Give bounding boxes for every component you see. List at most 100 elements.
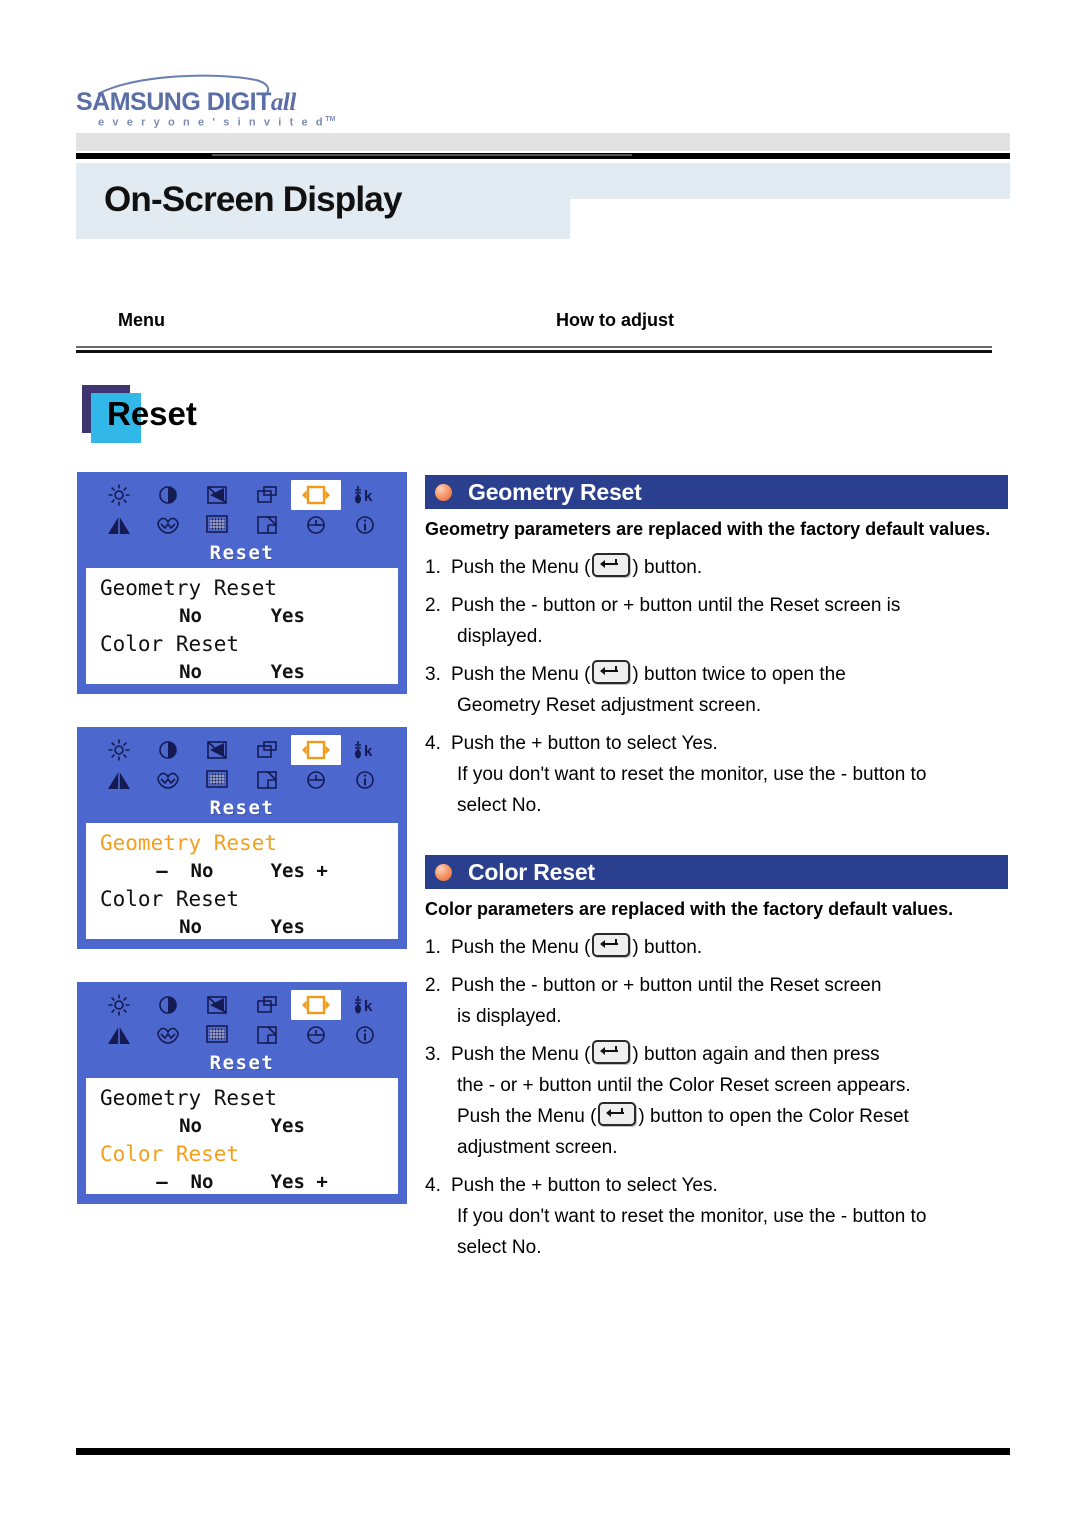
step-number: 2. [425,975,441,996]
osd-row-label[interactable]: Geometry Reset [100,1084,384,1112]
osd-row-label[interactable]: Geometry Reset [100,829,384,857]
section-title: Geometry Reset [468,478,642,505]
samsung-logo: SAMSUNG DIGITall e v e r y o n e ' s i n… [76,72,336,129]
vertical-size-icon[interactable] [242,765,291,795]
moire-icon[interactable] [193,510,242,540]
horizontal-position-icon[interactable] [193,735,242,765]
osd-row-options[interactable]: No Yes [100,913,384,941]
osd-row-options[interactable]: – No Yes + [100,1168,384,1196]
step-number: 1. [425,557,441,578]
pincushion-icon[interactable] [94,765,143,795]
reset-icon[interactable] [291,735,341,765]
step-text-part: If you don't want to reset the monitor, … [457,764,927,785]
menu-button-icon [598,1102,637,1126]
step-text: Push the + button to select Yes. If you d… [451,1170,1008,1263]
section-geometry-reset: Geometry Reset Geometry parameters are r… [425,475,1008,828]
osd-menu-title: Reset [209,797,275,819]
step-item: 1. Push the Menu () button. [425,932,1008,963]
column-header-divider [76,346,992,353]
osd-row-options[interactable]: No Yes [100,1112,384,1140]
menu-button-icon [592,1040,631,1064]
information-icon[interactable] [341,765,390,795]
contrast-icon[interactable] [143,990,192,1020]
moire-icon[interactable] [193,1020,242,1050]
vertical-size-icon[interactable] [242,510,291,540]
color-temperature-icon[interactable]: k [341,735,390,765]
horizontal-size-icon[interactable] [242,735,291,765]
step-text-part: ) button again and then press [632,1044,880,1065]
section-title: Color Reset [468,858,595,885]
step-text-part: ) button twice to open the [632,664,846,685]
heading-label: Reset [107,395,197,432]
color-temperature-icon[interactable]: k [341,990,390,1020]
step-text-part: the - or + button until the Color Reset … [457,1075,911,1096]
osd-menu-title: Reset [209,1052,275,1074]
osd-content-box: Geometry Reset – No Yes + Color Reset No Ye… [86,823,398,939]
step-text-part: If you don't want to reset the monitor, … [457,1206,927,1227]
degauss-icon[interactable] [291,510,340,540]
step-text-part: Push the + button to select Yes. [451,1175,718,1196]
pincushion-icon[interactable] [94,1020,143,1050]
osd-row-options[interactable]: – No Yes + [100,857,384,885]
brightness-icon[interactable] [94,735,143,765]
bullet-sphere-icon [435,483,452,501]
moire-icon[interactable] [193,765,242,795]
degauss-icon[interactable] [291,765,340,795]
page-title: On-Screen Display [104,180,402,219]
step-text: Push the Menu ( ) button again and then p… [451,1039,1008,1163]
section-steps: 1. Push the Menu () button. 2. Push the … [425,552,1008,821]
section-steps: 1. Push the Menu () button. 2. Push the … [425,932,1008,1263]
osd-row-label[interactable]: Geometry Reset [100,574,384,602]
step-text-line: Push the Menu () button to open the Colo… [451,1101,1008,1132]
menu-button-icon [592,660,631,684]
color-temperature-icon[interactable]: k [341,480,390,510]
logo-tagline: e v e r y o n e ' s i n v i t e dTM [98,116,336,129]
brightness-icon[interactable] [94,990,143,1020]
reset-icon[interactable] [291,480,341,510]
step-number: 2. [425,595,441,616]
contrast-icon[interactable] [143,480,192,510]
step-text-part: Push the Menu ( [451,1044,591,1065]
osd-row-label[interactable]: Color Reset [100,885,384,913]
step-item: 2. Push the - button or + button until t… [425,970,1008,1032]
step-text-part: ) button. [632,937,703,958]
logo-wordmark: SAMSUNG DIGITall [76,88,296,116]
osd-row-options[interactable]: No Yes [100,658,384,686]
step-number: 3. [425,1044,441,1065]
section-description: Color parameters are replaced with the f… [425,899,954,919]
horizontal-position-icon[interactable] [193,990,242,1020]
trapezoid-icon[interactable] [143,765,192,795]
section-header-bar: Color Reset [425,855,1008,889]
osd-row-label[interactable]: Color Reset [100,630,384,658]
menu-heading-reset: Reset [82,385,382,445]
step-text-part: displayed. [457,626,543,647]
vertical-size-icon[interactable] [242,1020,291,1050]
horizontal-size-icon[interactable] [242,990,291,1020]
horizontal-size-icon[interactable] [242,480,291,510]
osd-content-box: Geometry Reset No Yes Color Reset – No Yes … [86,1078,398,1194]
section-color-reset: Color Reset Color parameters are replace… [425,855,1008,1270]
footer-rule [76,1448,1010,1455]
step-text-part: select No. [457,1237,542,1258]
osd-icon-grid: k [86,990,398,1050]
step-number: 4. [425,1175,441,1196]
pincushion-icon[interactable] [94,510,143,540]
step-item: 4. Push the + button to select Yes. If yo… [425,728,1008,821]
degauss-icon[interactable] [291,1020,340,1050]
osd-row-options[interactable]: No Yes [100,602,384,630]
section-description: Geometry parameters are replaced with th… [425,519,991,539]
contrast-icon[interactable] [143,735,192,765]
svg-text:k: k [364,488,373,505]
reset-icon[interactable] [291,990,341,1020]
step-text-part: Geometry Reset adjustment screen. [457,695,762,716]
column-header-menu: Menu [118,310,165,330]
osd-row-label[interactable]: Color Reset [100,1140,384,1168]
column-header-how-to-adjust: How to adjust [556,310,674,330]
trapezoid-icon[interactable] [143,1020,192,1050]
information-icon[interactable] [341,1020,390,1050]
trapezoid-icon[interactable] [143,510,192,540]
step-text-part: adjustment screen. [457,1137,618,1158]
brightness-icon[interactable] [94,480,143,510]
information-icon[interactable] [341,510,390,540]
horizontal-position-icon[interactable] [193,480,242,510]
